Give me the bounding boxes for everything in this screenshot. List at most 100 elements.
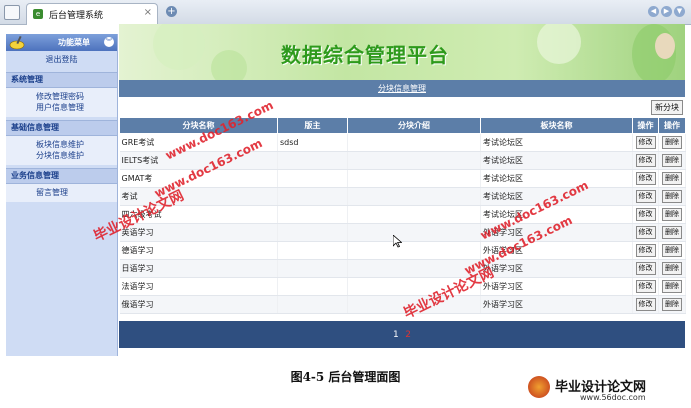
- cell-action: 修改: [632, 205, 659, 224]
- edit-button[interactable]: 修改: [635, 244, 656, 257]
- edit-button[interactable]: 修改: [635, 190, 656, 203]
- cell-action: 修改: [632, 133, 659, 152]
- add-section-button[interactable]: 新分块: [651, 100, 683, 115]
- cell-action: 删除: [658, 223, 686, 242]
- cell-section-name: 俄语学习: [119, 295, 278, 314]
- cell-moderator: [277, 223, 348, 242]
- cell-action: 修改: [632, 169, 659, 188]
- table-row: 四六级考试 考试论坛区 修改 删除: [119, 205, 686, 224]
- table-row: 日语学习 外语学习区 修改 删除: [119, 259, 686, 278]
- delete-button[interactable]: 删除: [662, 262, 682, 275]
- edit-button[interactable]: 修改: [635, 298, 656, 311]
- logout-link[interactable]: 退出登陆: [6, 51, 117, 69]
- cell-board-name: 考试论坛区: [480, 169, 633, 188]
- column-header: 版主: [277, 117, 348, 134]
- edit-button[interactable]: 修改: [635, 172, 656, 185]
- table-row: 英语学习 外语学习区 修改 删除: [119, 223, 686, 242]
- cell-action: 删除: [658, 205, 686, 224]
- cell-board-name: 外语学习区: [480, 277, 633, 296]
- sidebar-group-title[interactable]: 业务信息管理: [6, 168, 117, 184]
- footer-url: www.56doc.com: [580, 393, 646, 402]
- table-row: 法语学习 外语学习区 修改 删除: [119, 277, 686, 296]
- dropdown-icon[interactable]: ▼: [674, 6, 685, 17]
- cell-intro: [347, 241, 481, 260]
- new-tab-button[interactable]: +: [166, 6, 177, 17]
- delete-button[interactable]: 删除: [662, 208, 682, 221]
- cell-action: 修改: [632, 241, 659, 260]
- cell-intro: [347, 133, 481, 152]
- section-table: 分块名称 版主 分块介绍 板块名称 操作 操作 GRE考试 sdsd 考试论坛区 修改…: [119, 117, 686, 314]
- cell-action: 删除: [658, 151, 686, 170]
- sidebar-item-user-info[interactable]: 用户信息管理: [36, 102, 117, 113]
- delete-button[interactable]: 删除: [662, 226, 682, 239]
- cell-moderator: [277, 277, 348, 296]
- cell-moderator: [277, 241, 348, 260]
- window-menu-button[interactable]: [4, 5, 20, 20]
- browser-tab-bar: e 后台管理系统 × + ◀ ▶ ▼: [0, 0, 691, 25]
- cell-moderator: sdsd: [277, 133, 348, 152]
- cell-moderator: [277, 187, 348, 206]
- cell-action: 删除: [658, 241, 686, 260]
- column-header: 板块名称: [480, 117, 633, 134]
- edit-button[interactable]: 修改: [635, 208, 656, 221]
- delete-button[interactable]: 删除: [662, 280, 682, 293]
- cell-intro: [347, 223, 481, 242]
- sidebar-item-board-maintenance[interactable]: 板块信息维护: [36, 139, 117, 150]
- table-row: 德语学习 外语学习区 修改 删除: [119, 241, 686, 260]
- cell-section-name: 德语学习: [119, 241, 278, 260]
- collapse-icon[interactable]: ︾: [104, 37, 114, 47]
- delete-button[interactable]: 删除: [662, 298, 682, 311]
- edit-button[interactable]: 修改: [635, 136, 656, 149]
- sidebar-group-title[interactable]: 系统管理: [6, 72, 117, 88]
- edit-button[interactable]: 修改: [635, 262, 656, 275]
- sidebar-item-change-password[interactable]: 修改管理密码: [36, 91, 117, 102]
- delete-button[interactable]: 删除: [662, 136, 682, 149]
- page-current[interactable]: 1: [393, 330, 399, 340]
- cell-action: 修改: [632, 277, 659, 296]
- tab-close-icon[interactable]: ×: [144, 7, 152, 18]
- column-header: 操作: [658, 117, 686, 134]
- cell-action: 删除: [658, 277, 686, 296]
- cell-intro: [347, 187, 481, 206]
- cell-intro: [347, 205, 481, 224]
- cell-section-name: 英语学习: [119, 223, 278, 242]
- sidebar-item-messages[interactable]: 留言管理: [36, 187, 117, 198]
- delete-button[interactable]: 删除: [662, 154, 682, 167]
- sidebar-item-section-maintenance[interactable]: 分块信息维护: [36, 150, 117, 161]
- edit-button[interactable]: 修改: [635, 154, 656, 167]
- cell-action: 删除: [658, 133, 686, 152]
- main-content: 数据综合管理平台 分块信息管理 新分块 分块名称 版主 分块介绍 板块名称 操作…: [119, 24, 686, 362]
- cell-moderator: [277, 205, 348, 224]
- column-header: 操作: [632, 117, 659, 134]
- menu-logo-icon: [9, 35, 25, 50]
- sidebar-group-title[interactable]: 基础信息管理: [6, 120, 117, 136]
- forward-icon[interactable]: ▶: [661, 6, 672, 17]
- cell-intro: [347, 151, 481, 170]
- pagination: 1 2: [119, 321, 685, 348]
- cell-action: 修改: [632, 151, 659, 170]
- mouse-cursor-icon: [393, 235, 402, 248]
- sidebar-group-basic-info: 基础信息管理 板块信息维护 分块信息维护: [6, 120, 117, 165]
- section-header: 分块信息管理: [119, 80, 685, 97]
- cell-board-name: 外语学习区: [480, 259, 633, 278]
- site-logo-icon: [528, 376, 550, 398]
- cell-moderator: [277, 259, 348, 278]
- banner-title: 数据综合管理平台: [281, 43, 449, 67]
- back-icon[interactable]: ◀: [648, 6, 659, 17]
- cell-action: 修改: [632, 259, 659, 278]
- sidebar-group-system: 系统管理 修改管理密码 用户信息管理: [6, 72, 117, 117]
- section-title[interactable]: 分块信息管理: [378, 84, 426, 93]
- browser-tab[interactable]: e 后台管理系统 ×: [26, 3, 158, 25]
- delete-button[interactable]: 删除: [662, 244, 682, 257]
- cell-moderator: [277, 295, 348, 314]
- page-link[interactable]: 2: [405, 330, 411, 340]
- sidebar-title: 功能菜单: [58, 38, 90, 47]
- cell-action: 修改: [632, 295, 659, 314]
- edit-button[interactable]: 修改: [635, 226, 656, 239]
- toolbar: 新分块: [119, 98, 685, 116]
- edit-button[interactable]: 修改: [635, 280, 656, 293]
- delete-button[interactable]: 删除: [662, 172, 682, 185]
- cell-intro: [347, 169, 481, 188]
- cell-board-name: 考试论坛区: [480, 151, 633, 170]
- delete-button[interactable]: 删除: [662, 190, 682, 203]
